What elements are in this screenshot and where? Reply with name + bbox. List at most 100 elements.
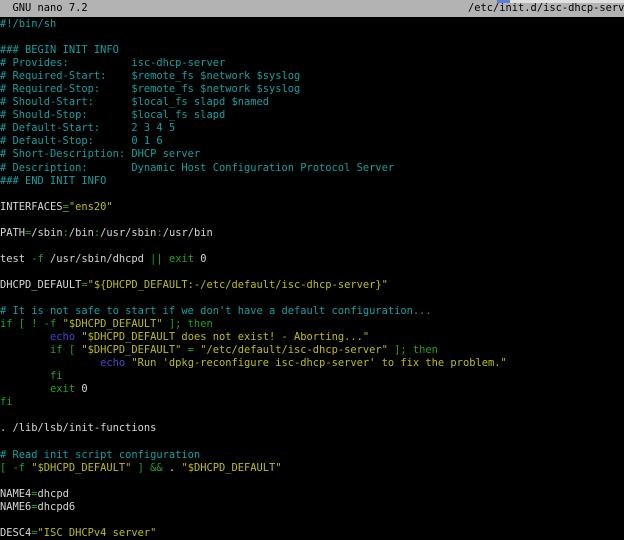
- code-line: [0, 436, 624, 449]
- code-line: [ -f "$DHCPD_DEFAULT" ] && . "$DHCPD_DEF…: [0, 462, 624, 475]
- code-segment: "$DHCPD_DEFAULT": [63, 318, 163, 330]
- code-segment: # Provides: isc-dhcp-server: [0, 57, 225, 69]
- code-segment: # It is not safe to start if we don't ha…: [0, 305, 432, 317]
- code-segment: -f: [31, 253, 44, 265]
- code-segment: [0, 383, 50, 395]
- code-segment: # Default-Start: 2 3 4 5: [0, 122, 175, 134]
- code-line: exit 0: [0, 383, 624, 396]
- code-line: test -f /usr/sbin/dhcpd || exit 0: [0, 253, 624, 266]
- code-segment: # Should-Stop: $local_fs slapd: [0, 109, 225, 121]
- code-segment: [0, 331, 50, 343]
- code-line: # Provides: isc-dhcp-server: [0, 57, 624, 70]
- code-segment: /sbin: [31, 227, 62, 239]
- terminal-window: { "terminal": { "titlebar": { "app": " G…: [0, 0, 624, 539]
- code-line: #!/bin/sh: [0, 18, 624, 31]
- code-line: PATH=/sbin:/bin:/usr/sbin:/usr/bin: [0, 227, 624, 240]
- code-line: # Short-Description: DHCP server: [0, 148, 624, 161]
- code-line: [0, 188, 624, 201]
- top-edge-white-fragment: [510, 0, 624, 3]
- code-segment: # Description: Dynamic Host Configuratio…: [0, 162, 394, 174]
- code-segment: .: [169, 462, 182, 474]
- code-line: [0, 214, 624, 227]
- code-line: fi: [0, 396, 624, 409]
- code-segment: [0, 370, 50, 382]
- code-segment: 0: [194, 253, 207, 265]
- code-segment: if [ ! -f: [0, 318, 63, 330]
- code-segment: "ens20": [69, 201, 113, 213]
- code-segment: /usr/sbin/dhcpd: [44, 253, 150, 265]
- code-segment: ### END INIT INFO: [0, 175, 106, 187]
- code-line: NAME6=dhcpd6: [0, 501, 624, 514]
- code-segment: # Required-Start: $remote_fs $network $s…: [0, 70, 300, 82]
- code-segment: NAME4: [0, 488, 31, 500]
- code-segment: dhcpd: [38, 488, 69, 500]
- code-line: [0, 31, 624, 44]
- code-line: echo "Run 'dpkg-reconfigure isc-dhcp-ser…: [0, 357, 624, 370]
- code-segment: # Default-Stop: 0 1 6: [0, 135, 163, 147]
- code-line: # Required-Start: $remote_fs $network $s…: [0, 70, 624, 83]
- terminal-screen[interactable]: #!/bin/sh ### BEGIN INIT INFO# Provides: …: [0, 18, 624, 540]
- code-line: [0, 240, 624, 253]
- code-line: [0, 266, 624, 279]
- code-segment: ||: [150, 253, 163, 265]
- code-segment: echo: [100, 357, 125, 369]
- code-line: if [ ! -f "$DHCPD_DEFAULT" ]; then: [0, 318, 624, 331]
- code-line: if [ "$DHCPD_DEFAULT" = "/etc/default/is…: [0, 344, 624, 357]
- code-segment: echo: [50, 331, 75, 343]
- code-segment: "$DHCPD_DEFAULT": [81, 344, 181, 356]
- code-segment: "${DHCPD_DEFAULT:-/etc/default/isc-dhcp-…: [88, 279, 388, 291]
- code-line: ### END INIT INFO: [0, 175, 624, 188]
- code-line: DESC4="ISC DHCPv4 server": [0, 527, 624, 540]
- code-segment: # Should-Start: $local_fs slapd $named: [0, 96, 269, 108]
- code-line: [0, 514, 624, 527]
- code-line: # Should-Stop: $local_fs slapd: [0, 109, 624, 122]
- code-line: # Description: Dynamic Host Configuratio…: [0, 162, 624, 175]
- code-line: ### BEGIN INIT INFO: [0, 44, 624, 57]
- code-line: # It is not safe to start if we don't ha…: [0, 305, 624, 318]
- code-line: # Default-Stop: 0 1 6: [0, 135, 624, 148]
- code-segment: ]; then: [388, 344, 438, 356]
- code-segment: [0, 357, 100, 369]
- code-segment: dhcpd6: [38, 501, 76, 513]
- code-segment: INTERFACES: [0, 201, 63, 213]
- code-line: . /lib/lsb/init-functions: [0, 422, 624, 435]
- code-line: DHCPD_DEFAULT="${DHCPD_DEFAULT:-/etc/def…: [0, 279, 624, 292]
- code-segment: "$DHCPD_DEFAULT does not exist! - Aborti…: [81, 331, 369, 343]
- top-edge-blue-fragment: [497, 0, 510, 3]
- code-line: # Read init script configuration: [0, 449, 624, 462]
- code-segment: test: [0, 253, 31, 265]
- code-segment: "Run 'dpkg-reconfigure isc-dhcp-server' …: [131, 357, 506, 369]
- code-line: # Required-Stop: $remote_fs $network $sy…: [0, 83, 624, 96]
- code-segment: PATH: [0, 227, 25, 239]
- code-line: echo "$DHCPD_DEFAULT does not exist! - A…: [0, 331, 624, 344]
- code-segment: ]; then: [163, 318, 213, 330]
- nano-app-title: GNU nano 7.2: [0, 0, 88, 17]
- code-segment: DHCPD_DEFAULT: [0, 279, 81, 291]
- code-segment: "$DHCPD_DEFAULT": [31, 462, 131, 474]
- code-segment: /usr/bin: [163, 227, 213, 239]
- code-segment: fi: [0, 396, 13, 408]
- code-segment: if [: [50, 344, 81, 356]
- code-segment: exit: [50, 383, 75, 395]
- code-segment: . /lib/lsb/init-functions: [0, 422, 156, 434]
- code-line: NAME4=dhcpd: [0, 488, 624, 501]
- code-line: INTERFACES="ens20": [0, 201, 624, 214]
- code-segment: fi: [50, 370, 63, 382]
- code-segment: /usr/sbin: [100, 227, 156, 239]
- code-line: # Should-Start: $local_fs slapd $named: [0, 96, 624, 109]
- code-segment: [0, 344, 50, 356]
- code-segment: # Read init script configuration: [0, 449, 200, 461]
- code-segment: ] &&: [131, 462, 169, 474]
- code-segment: "ISC DHCPv4 server": [38, 527, 157, 539]
- code-segment: NAME6: [0, 501, 31, 513]
- code-segment: "$DHCPD_DEFAULT": [181, 462, 281, 474]
- code-segment: ### BEGIN INIT INFO: [0, 44, 119, 56]
- code-segment: "/etc/default/isc-dhcp-server": [200, 344, 388, 356]
- code-segment: # Short-Description: DHCP server: [0, 148, 200, 160]
- code-segment: /bin: [69, 227, 94, 239]
- code-segment: DESC4: [0, 527, 31, 539]
- code-line: # Default-Start: 2 3 4 5: [0, 122, 624, 135]
- code-segment: [ -f: [0, 462, 31, 474]
- code-segment: 0: [75, 383, 88, 395]
- code-line: [0, 292, 624, 305]
